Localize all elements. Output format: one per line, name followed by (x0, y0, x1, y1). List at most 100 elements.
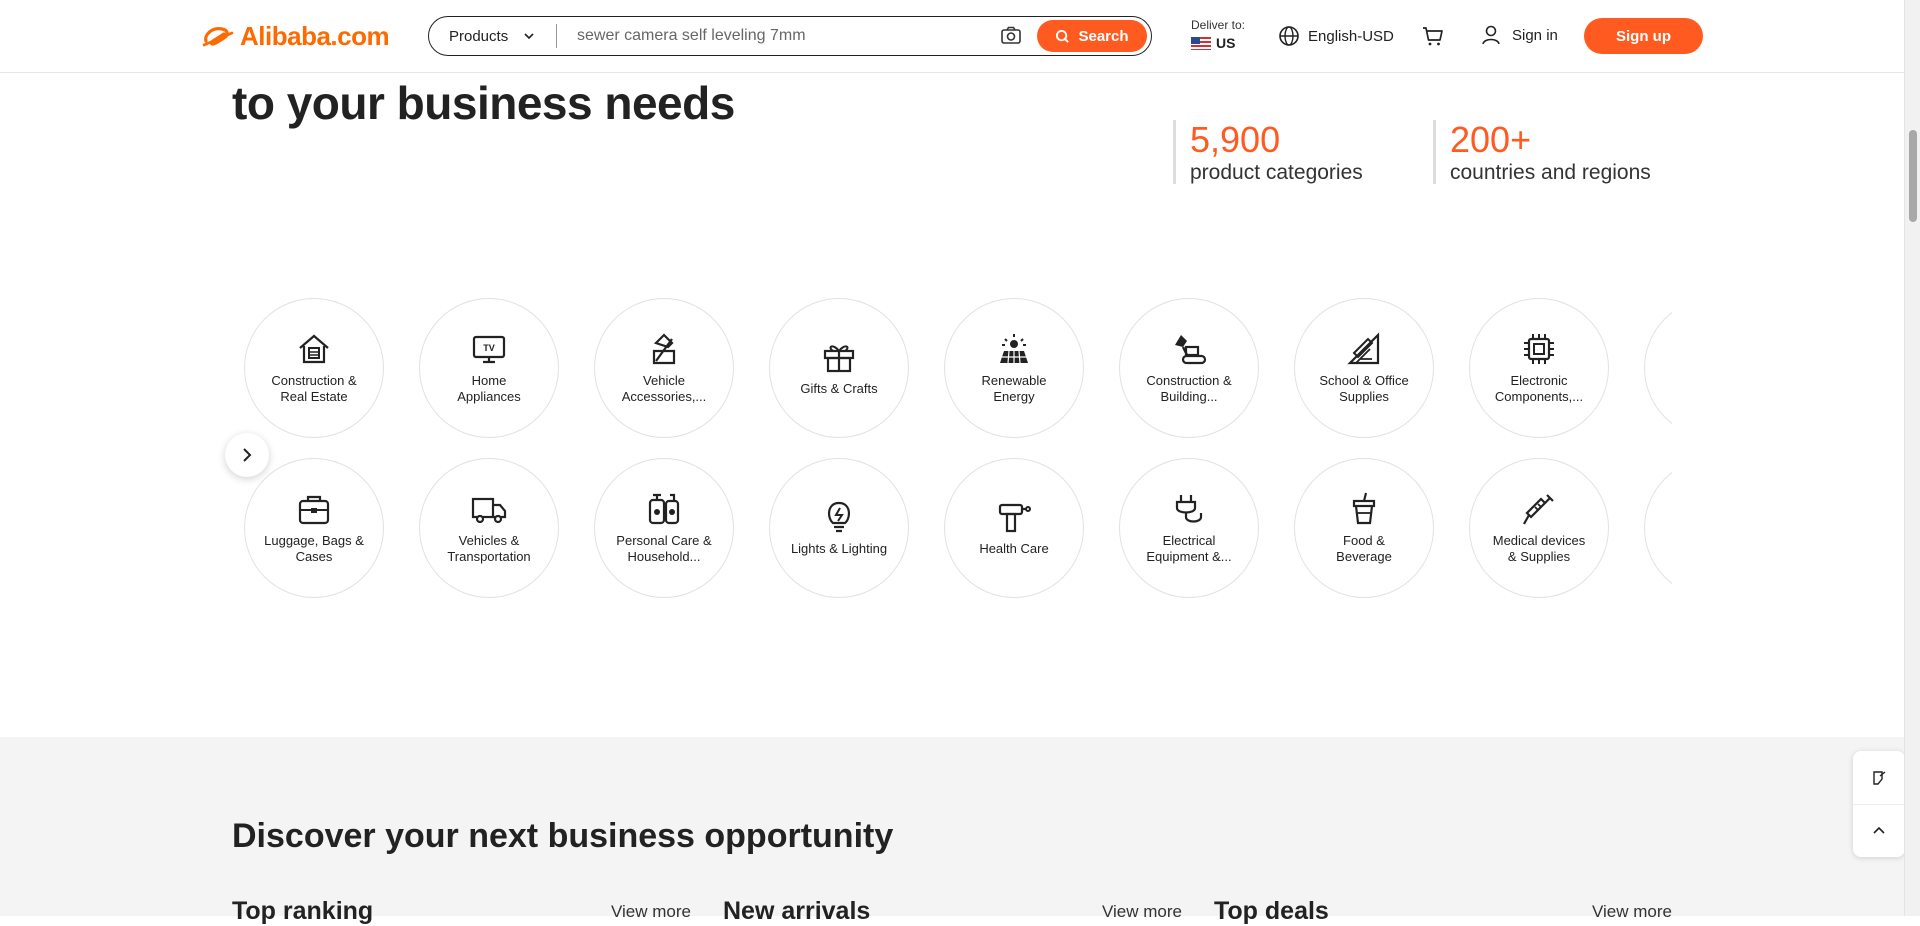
category-label: School & Office Supplies (1319, 373, 1409, 404)
top-deals-title: Top deals (1214, 897, 1329, 925)
category-label: Construction & Real Estate (271, 373, 357, 404)
search-button-label: Search (1078, 27, 1129, 45)
us-flag-icon (1191, 36, 1211, 50)
logo-text: Alibaba.com (240, 20, 390, 51)
category-label: Gifts & Crafts (800, 381, 878, 396)
gift-icon (823, 345, 855, 373)
category-renewable-energy[interactable]: Renewable Energy (944, 298, 1084, 438)
search-input[interactable] (557, 27, 999, 45)
new-arrivals-title: New arrivals (723, 897, 871, 925)
search-bar: Products Search (428, 16, 1152, 56)
page-scrollbar[interactable] (1904, 0, 1920, 916)
top-deals-view-more[interactable]: View more (1592, 902, 1672, 922)
bulb-icon (827, 501, 851, 533)
cup-icon (1352, 492, 1376, 525)
category-partial[interactable] (1644, 458, 1672, 598)
massage-gun-icon (998, 503, 1031, 533)
category-electronic-components[interactable]: Electronic Components,... (1469, 298, 1609, 438)
products-dropdown[interactable]: Products (429, 24, 557, 48)
truck-icon (471, 497, 507, 524)
stat-number: 200+ (1450, 119, 1532, 160)
category-carousel: Construction & Real Estate TV Home Appli… (232, 290, 1672, 610)
house-icon (299, 334, 329, 364)
plug-icon (1175, 495, 1203, 523)
top-ranking-title: Top ranking (232, 897, 374, 925)
carousel-next-button[interactable] (225, 433, 269, 477)
category-label: Renewable Energy (981, 373, 1047, 404)
category-label: Vehicle Accessories,... (621, 373, 707, 404)
user-icon (1482, 25, 1500, 45)
category-construction-building[interactable]: Construction & Building... (1119, 298, 1259, 438)
floating-tools (1853, 751, 1905, 857)
feedback-button[interactable] (1853, 751, 1905, 804)
category-vehicles-transportation[interactable]: Vehicles & Transportation (419, 458, 559, 598)
category-grid: Construction & Real Estate TV Home Appli… (244, 298, 1672, 598)
stat-categories: 5,900 product categories (1173, 120, 1363, 184)
deliver-country-code: US (1216, 35, 1236, 51)
vehicle-accessory-icon (652, 333, 676, 365)
category-label: Electrical Equipment &... (1146, 533, 1232, 564)
products-dropdown-label: Products (449, 27, 509, 45)
category-vehicle-accessories[interactable]: Vehicle Accessories,... (594, 298, 734, 438)
bottles-icon (648, 493, 680, 525)
hero-title: to your business needs (232, 77, 735, 129)
category-label: Lights & Lighting (790, 541, 888, 556)
category-electrical-equipment[interactable]: Electrical Equipment &... (1119, 458, 1259, 598)
tv-icon: TV (472, 335, 506, 364)
category-label: Medical devices & Supplies (1492, 533, 1586, 564)
top-header: Alibaba.com Products Search Deliver to: … (0, 0, 1904, 73)
category-luggage-bags[interactable]: Luggage, Bags & Cases (244, 458, 384, 598)
category-school-office[interactable]: School & Office Supplies (1294, 298, 1434, 438)
category-label: Home Appliances (457, 373, 521, 404)
ruler-pencil-icon (1347, 332, 1380, 365)
category-home-appliances[interactable]: TV Home Appliances (419, 298, 559, 438)
language-label: English-USD (1308, 27, 1394, 45)
chevron-right-icon (243, 448, 252, 462)
top-ranking-view-more[interactable]: View more (611, 902, 691, 922)
stat-label: countries and regions (1450, 161, 1651, 184)
alibaba-logo[interactable]: Alibaba.com (202, 20, 390, 52)
new-arrivals-view-more[interactable]: View more (1102, 902, 1182, 922)
category-food-beverage[interactable]: Food & Beverage (1294, 458, 1434, 598)
deliver-to[interactable]: Deliver to: US (1191, 18, 1245, 51)
back-to-top-button[interactable] (1853, 804, 1905, 857)
category-partial[interactable] (1644, 298, 1672, 438)
category-construction-real-estate[interactable]: Construction & Real Estate (244, 298, 384, 438)
deliver-country: US (1191, 35, 1245, 51)
category-health-care[interactable]: Health Care (944, 458, 1084, 598)
language-selector[interactable]: English-USD (1278, 25, 1394, 47)
search-button[interactable]: Search (1037, 20, 1147, 52)
camera-search-icon[interactable] (999, 24, 1023, 48)
stat-label: product categories (1190, 161, 1363, 184)
excavator-icon (1175, 335, 1207, 365)
category-label: Health Care (979, 541, 1049, 556)
discover-title: Discover your next business opportunity (232, 817, 894, 855)
category-label: Vehicles & Transportation (447, 533, 531, 564)
syringe-icon (1523, 494, 1554, 525)
stat-number: 5,900 (1190, 119, 1281, 160)
category-label: Electronic Components,... (1494, 373, 1584, 404)
deliver-label: Deliver to: (1191, 18, 1246, 32)
chevron-up-icon (1873, 826, 1885, 834)
stat-countries: 200+ countries and regions (1433, 120, 1651, 184)
category-gifts-crafts[interactable]: Gifts & Crafts (769, 298, 909, 438)
category-medical-devices[interactable]: Medical devices & Supplies (1469, 458, 1609, 598)
category-label: Personal Care & Household... (616, 533, 712, 564)
cart-icon[interactable] (1421, 24, 1445, 48)
discover-section: Discover your next business opportunity … (0, 737, 1904, 925)
alibaba-logo-icon (202, 27, 234, 47)
chip-icon (1524, 334, 1554, 364)
category-label: Food & Beverage (1336, 533, 1392, 564)
feedback-icon (1873, 770, 1886, 785)
category-lights-lighting[interactable]: Lights & Lighting (769, 458, 909, 598)
scrollbar-thumb[interactable] (1909, 130, 1917, 222)
sign-in-label: Sign in (1512, 26, 1558, 44)
sign-in-link[interactable]: Sign in (1480, 24, 1558, 46)
search-icon (1056, 29, 1070, 43)
sign-up-button[interactable]: Sign up (1584, 18, 1703, 54)
category-personal-care[interactable]: Personal Care & Household... (594, 458, 734, 598)
bag-icon (298, 495, 330, 525)
solar-panel-icon (1000, 334, 1028, 364)
category-label: Luggage, Bags & Cases (264, 533, 364, 564)
svg-text:TV: TV (483, 343, 495, 353)
